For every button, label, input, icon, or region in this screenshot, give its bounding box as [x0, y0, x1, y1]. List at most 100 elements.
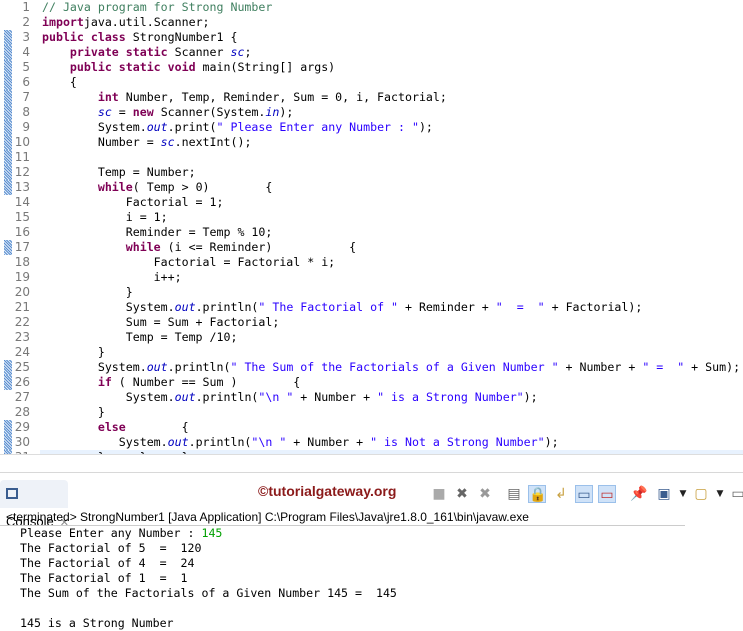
- code-token: Number =: [42, 135, 161, 149]
- code-token: i++;: [42, 270, 182, 284]
- code-token: ( Temp > 0) {: [132, 180, 273, 194]
- tab-console[interactable]: Console ✕: [0, 480, 69, 529]
- code-token: Number, Temp, Reminder, Sum = 0, i, Fact…: [118, 90, 447, 104]
- code-line: }: [42, 345, 105, 360]
- code-line: Factorial = 1;: [42, 195, 224, 210]
- code-token: }: [42, 285, 133, 299]
- show-on-stderr-icon[interactable]: ▭: [598, 485, 616, 503]
- minimize-icon[interactable]: ▭: [729, 485, 743, 503]
- line-number: 17: [14, 240, 30, 254]
- clear-console-icon[interactable]: ▤: [505, 485, 523, 503]
- line-number: 14: [14, 195, 30, 209]
- code-token: );: [523, 390, 538, 404]
- code-line: Number = sc.nextInt();: [42, 135, 252, 150]
- code-token: main(String[] args): [195, 60, 336, 74]
- code-token: }: [42, 405, 105, 419]
- word-wrap-icon[interactable]: ↲: [552, 485, 570, 503]
- code-token: while: [97, 180, 133, 194]
- code-editor[interactable]: 1 2 3 4 5 6 7 8 9 10 11 12 13 14 15 16 17 18 19 20 21 22 23 24 2…: [0, 0, 743, 455]
- code-token: while: [125, 240, 161, 254]
- console-line: 145 is a Strong Number: [13, 616, 174, 630]
- code-token: new: [132, 105, 154, 119]
- line-number: 29: [14, 420, 30, 434]
- code-line: if ( Number == Sum ) {: [42, 375, 300, 390]
- pin-console-icon[interactable]: 📌: [630, 485, 648, 503]
- console-line: The Factorial of 5 = 120: [13, 541, 202, 555]
- display-console-icon[interactable]: ▣: [655, 485, 673, 503]
- code-token: Scanner(System.: [153, 105, 266, 119]
- code-line: } } }: [42, 450, 189, 454]
- remove-all-icon[interactable]: ✖: [476, 485, 494, 503]
- code-token: {: [125, 420, 189, 434]
- code-token: + Reminder +: [398, 300, 496, 314]
- code-token: Temp = Temp /10;: [42, 330, 238, 344]
- code-token: .println(: [195, 390, 259, 404]
- code-token: System.: [42, 360, 147, 374]
- code-line: while( Temp > 0) {: [42, 180, 273, 195]
- chevron-down-icon[interactable]: ▼: [711, 485, 729, 503]
- code-token: }: [42, 345, 105, 359]
- code-token: in: [265, 105, 280, 119]
- code-token: Temp = Number;: [42, 165, 196, 179]
- code-line: }: [42, 405, 105, 420]
- remove-launch-icon[interactable]: ✖: [453, 485, 471, 503]
- code-line: Temp = Temp /10;: [42, 330, 238, 345]
- line-number: 30: [14, 435, 30, 449]
- terminated-status: <terminated> StrongNumber1 [Java Applica…: [6, 510, 529, 524]
- code-token: public static void: [69, 60, 196, 74]
- console-output[interactable]: Please Enter any Number : 145 The Factor…: [13, 526, 397, 631]
- code-token: =: [111, 105, 133, 119]
- code-token: out: [167, 435, 189, 449]
- line-number: 12: [14, 165, 30, 179]
- code-token: Reminder = Temp % 10;: [42, 225, 273, 239]
- code-line: public static void main(String[] args): [42, 60, 335, 75]
- line-number: 23: [14, 330, 30, 344]
- code-token: " is a Strong Number": [377, 390, 524, 404]
- code-token: " is Not a Strong Number": [370, 435, 545, 449]
- code-line: else {: [42, 420, 189, 435]
- code-line: System.out.println(" The Sum of the Fact…: [42, 360, 740, 375]
- code-token: java.util.Scanner;: [83, 15, 210, 29]
- watermark: ©tutorialgateway.org: [258, 483, 397, 499]
- code-token: out: [146, 120, 168, 134]
- line-number: 8: [22, 105, 30, 119]
- line-number: 10: [14, 135, 30, 149]
- line-number: 2: [22, 15, 30, 29]
- code-token: + Factorial);: [544, 300, 643, 314]
- show-on-stdout-icon[interactable]: ▭: [575, 485, 593, 503]
- line-number: 3: [22, 30, 30, 44]
- code-token: .print(: [167, 120, 217, 134]
- code-token: + Number +: [293, 390, 378, 404]
- new-console-icon[interactable]: ▢: [692, 485, 710, 503]
- chevron-down-icon[interactable]: ▼: [674, 485, 692, 503]
- divider: [0, 472, 743, 480]
- code-line: i = 1;: [42, 210, 168, 225]
- code-token: (i <= Reminder) {: [160, 240, 357, 254]
- code-token: + Number +: [286, 435, 371, 449]
- code-token: StrongNumber1 {: [125, 30, 238, 44]
- code-token: .println(: [167, 360, 231, 374]
- line-number: 11: [14, 150, 30, 164]
- line-number: 18: [14, 255, 30, 269]
- code-token: .println(: [195, 300, 259, 314]
- code-line: private static Scanner sc;: [42, 45, 252, 60]
- code-line: System.out.println(" The Factorial of " …: [42, 300, 643, 315]
- line-number: 25: [14, 360, 30, 374]
- console-toolbar: Console ✕ ©tutorialgateway.org ■ ✖ ✖ ▤ 🔒 …: [0, 480, 743, 529]
- console-line: Please Enter any Number : 145: [13, 526, 397, 541]
- console-line: The Factorial of 1 = 1: [13, 571, 188, 585]
- scroll-lock-icon[interactable]: 🔒: [528, 485, 546, 503]
- code-token: out: [146, 360, 168, 374]
- line-number: 13: [14, 180, 30, 194]
- code-token: );: [418, 120, 433, 134]
- code-line: System.out.print(" Please Enter any Numb…: [42, 120, 433, 135]
- code-line: int Number, Temp, Reminder, Sum = 0, i, …: [42, 90, 447, 105]
- console-icon: [6, 488, 18, 499]
- line-number: 26: [14, 375, 30, 389]
- code-token: + Number +: [558, 360, 643, 374]
- terminate-icon[interactable]: ■: [430, 485, 448, 503]
